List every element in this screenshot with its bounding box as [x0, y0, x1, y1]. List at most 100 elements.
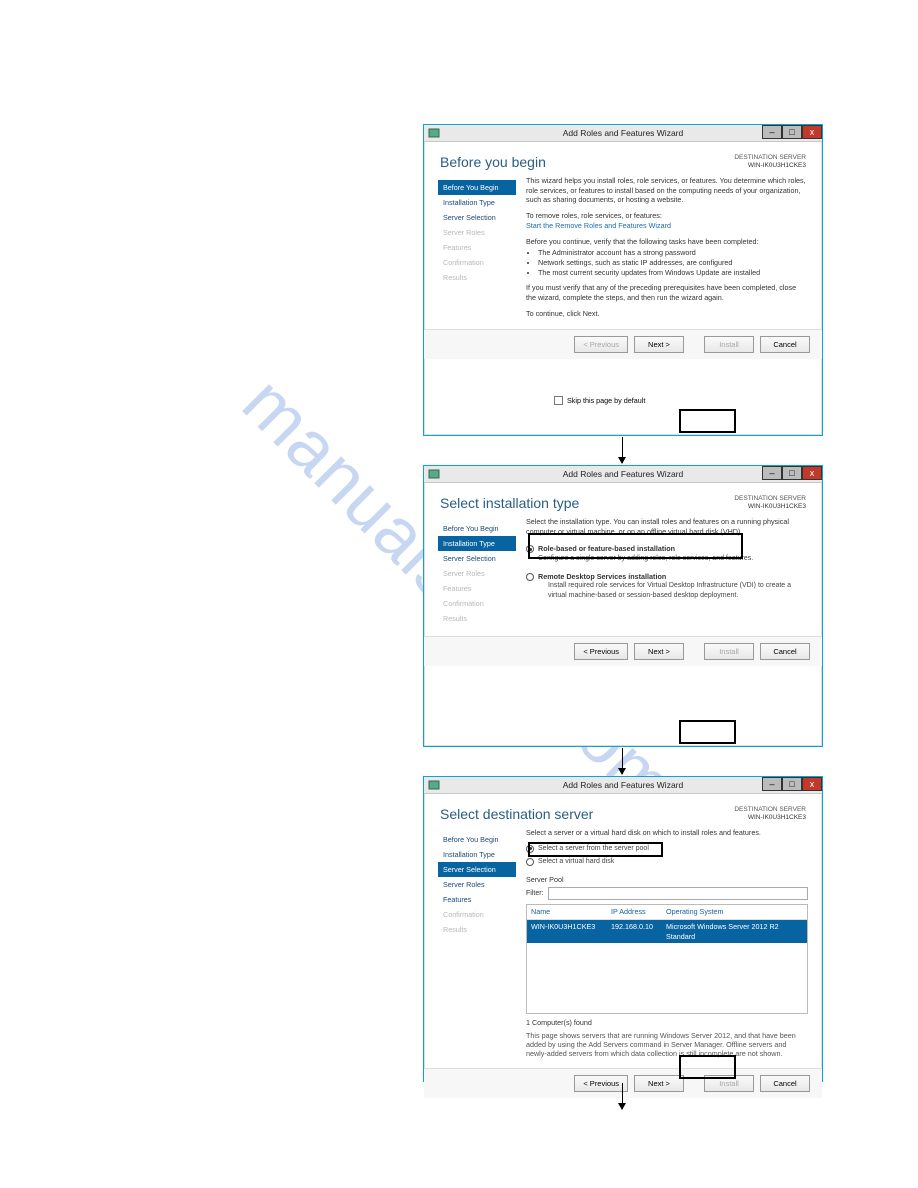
cell-ip: 192.168.0.10 — [611, 922, 666, 941]
verify-note: If you must verify that any of the prece… — [526, 283, 808, 302]
titlebar: Add Roles and Features Wizard – □ x — [424, 125, 822, 142]
cell-name: WIN-IK0U3H1CKE3 — [531, 922, 611, 941]
nav-before-you-begin[interactable]: Before You Begin — [438, 832, 516, 847]
prereq-item: The Administrator account has a strong p… — [538, 248, 808, 258]
radio-role-based[interactable]: Role-based or feature-based installation… — [526, 542, 808, 565]
install-button: Install — [704, 643, 754, 660]
cancel-button[interactable]: Cancel — [760, 643, 810, 660]
next-highlight — [679, 409, 736, 433]
minimize-button[interactable]: – — [762, 466, 782, 480]
skip-label: Skip this page by default — [567, 396, 645, 405]
intro-text: Select a server or a virtual hard disk o… — [526, 828, 808, 838]
wizard-sidebar: Before You Begin Installation Type Serve… — [438, 517, 516, 626]
col-name-header[interactable]: Name — [531, 907, 611, 917]
radio-server-pool[interactable]: Select a server from the server pool — [526, 842, 808, 855]
radio-vhd[interactable]: Select a virtual hard disk — [526, 855, 808, 868]
pool-note: This page shows servers that are running… — [526, 1031, 808, 1058]
nav-server-selection[interactable]: Server Selection — [438, 551, 516, 566]
wizard-destination-server: Add Roles and Features Wizard – □ x Sele… — [423, 776, 823, 1082]
maximize-button[interactable]: □ — [782, 466, 802, 480]
destination-server-label: DESTINATION SERVER WIN-IK0U3H1CKE3 — [734, 495, 806, 511]
radio-icon — [526, 845, 534, 853]
close-button[interactable]: x — [802, 125, 822, 139]
radio-icon — [526, 545, 534, 553]
option-title: Role-based or feature-based installation — [538, 544, 753, 554]
nav-server-roles: Server Roles — [438, 566, 516, 581]
content-area: This wizard helps you install roles, rol… — [526, 176, 808, 319]
cancel-button[interactable]: Cancel — [760, 336, 810, 353]
maximize-button[interactable]: □ — [782, 125, 802, 139]
computers-found: 1 Computer(s) found — [526, 1018, 808, 1028]
nav-installation-type[interactable]: Installation Type — [438, 195, 516, 210]
install-button: Install — [704, 336, 754, 353]
prereq-item: Network settings, such as static IP addr… — [538, 258, 808, 268]
remove-label: To remove roles, role services, or featu… — [526, 211, 808, 221]
previous-button[interactable]: < Previous — [574, 643, 628, 660]
radio-icon — [526, 573, 534, 581]
col-os-header[interactable]: Operating System — [666, 907, 803, 917]
option-label: Select a server from the server pool — [538, 844, 649, 853]
verify-label: Before you continue, verify that the fol… — [526, 237, 808, 247]
wizard-sidebar: Before You Begin Installation Type Serve… — [438, 176, 516, 319]
nav-confirmation: Confirmation — [438, 596, 516, 611]
radio-rds[interactable]: Remote Desktop Services installation Ins… — [526, 570, 808, 603]
skip-checkbox[interactable] — [554, 396, 563, 405]
next-button[interactable]: Next > — [634, 336, 684, 353]
remove-wizard-link[interactable]: Start the Remove Roles and Features Wiza… — [526, 221, 808, 231]
wizard-before-you-begin: Add Roles and Features Wizard – □ x Befo… — [423, 124, 823, 436]
flow-arrow-icon — [622, 437, 623, 463]
close-button[interactable]: x — [802, 466, 822, 480]
maximize-button[interactable]: □ — [782, 777, 802, 791]
nav-before-you-begin[interactable]: Before You Begin — [438, 180, 516, 195]
minimize-button[interactable]: – — [762, 777, 782, 791]
close-button[interactable]: x — [802, 777, 822, 791]
option-desc: Configure a single server by adding role… — [538, 554, 753, 563]
nav-results: Results — [438, 270, 516, 285]
titlebar: Add Roles and Features Wizard – □ x — [424, 777, 822, 794]
table-row[interactable]: WIN-IK0U3H1CKE3 192.168.0.10 Microsoft W… — [527, 920, 807, 943]
intro-text: Select the installation type. You can in… — [526, 517, 808, 536]
next-highlight — [679, 720, 736, 744]
nav-features: Features — [438, 240, 516, 255]
nav-results: Results — [438, 611, 516, 626]
cell-os: Microsoft Windows Server 2012 R2 Standar… — [666, 922, 803, 941]
nav-installation-type[interactable]: Installation Type — [438, 536, 516, 551]
nav-features: Features — [438, 581, 516, 596]
nav-confirmation: Confirmation — [438, 907, 516, 922]
nav-server-selection[interactable]: Server Selection — [438, 210, 516, 225]
page-heading: Before you begin — [440, 154, 546, 170]
nav-before-you-begin[interactable]: Before You Begin — [438, 521, 516, 536]
radio-icon — [526, 858, 534, 866]
nav-features[interactable]: Features — [438, 892, 516, 907]
flow-arrow-icon — [622, 748, 623, 774]
flow-arrow-icon — [622, 1083, 623, 1109]
col-ip-header[interactable]: IP Address — [611, 907, 666, 917]
destination-server-label: DESTINATION SERVER WIN-IK0U3H1CKE3 — [734, 806, 806, 822]
install-button: Install — [704, 1075, 754, 1092]
minimize-button[interactable]: – — [762, 125, 782, 139]
server-table: Name IP Address Operating System WIN-IK0… — [526, 904, 808, 1014]
previous-button[interactable]: < Previous — [574, 1075, 628, 1092]
filter-label: Filter: — [526, 889, 544, 898]
cancel-button[interactable]: Cancel — [760, 1075, 810, 1092]
page-heading: Select installation type — [440, 495, 579, 511]
wizard-sidebar: Before You Begin Installation Type Serve… — [438, 828, 516, 1058]
server-pool-heading: Server Pool — [526, 875, 808, 885]
filter-input[interactable] — [548, 887, 809, 900]
content-area: Select a server or a virtual hard disk o… — [526, 828, 808, 1058]
option-label: Select a virtual hard disk — [538, 857, 614, 866]
continue-note: To continue, click Next. — [526, 309, 808, 319]
prereq-item: The most current security updates from W… — [538, 268, 808, 278]
option-desc: Install required role services for Virtu… — [538, 581, 808, 600]
nav-installation-type[interactable]: Installation Type — [438, 847, 516, 862]
nav-server-roles[interactable]: Server Roles — [438, 877, 516, 892]
nav-server-roles: Server Roles — [438, 225, 516, 240]
destination-server-label: DESTINATION SERVER WIN-IK0U3H1CKE3 — [734, 154, 806, 170]
page-heading: Select destination server — [440, 806, 593, 822]
nav-results: Results — [438, 922, 516, 937]
next-button[interactable]: Next > — [634, 1075, 684, 1092]
option-title: Remote Desktop Services installation — [538, 572, 808, 582]
next-button[interactable]: Next > — [634, 643, 684, 660]
nav-server-selection[interactable]: Server Selection — [438, 862, 516, 877]
content-area: Select the installation type. You can in… — [526, 517, 808, 626]
